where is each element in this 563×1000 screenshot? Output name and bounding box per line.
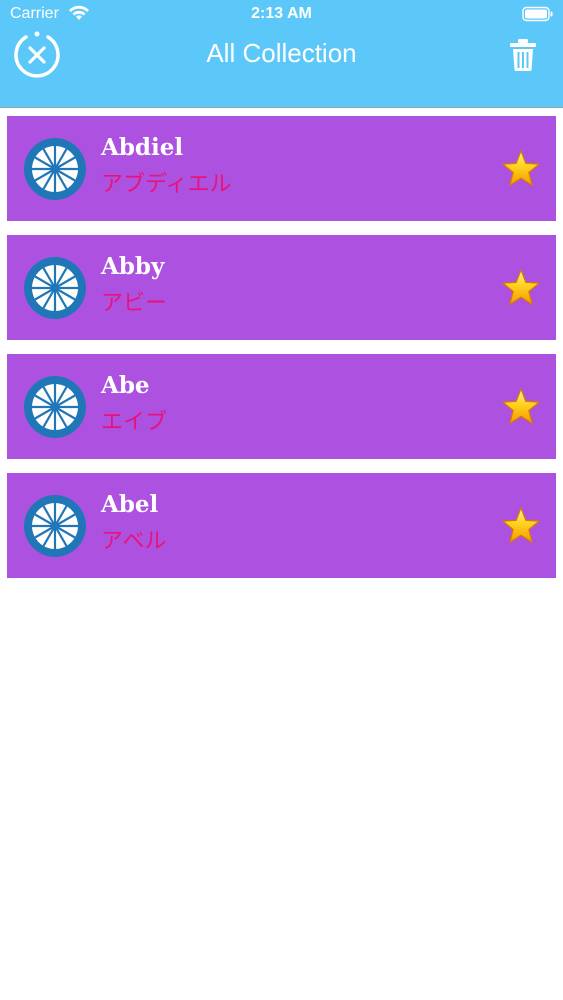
status-time: 2:13 AM xyxy=(251,5,312,22)
list-item[interactable]: Abel アベル xyxy=(7,473,556,578)
flower-avatar-icon xyxy=(24,495,86,557)
item-name: Abe xyxy=(101,372,150,399)
star-icon[interactable] xyxy=(501,507,541,545)
item-kana: アブディエル xyxy=(101,171,232,196)
item-name: Abby xyxy=(101,253,165,280)
star-icon[interactable] xyxy=(501,269,541,307)
item-kana: エイブ xyxy=(101,409,168,434)
flower-avatar-icon xyxy=(24,138,86,200)
item-name: Abdiel xyxy=(101,134,184,161)
collection-list: Abdiel アブディエル Abby アビー Abe エイブ Abel アベル xyxy=(7,116,556,592)
star-icon[interactable] xyxy=(501,388,541,426)
list-item[interactable]: Abby アビー xyxy=(7,235,556,340)
trash-icon[interactable] xyxy=(508,38,538,72)
page-title: All Collection xyxy=(206,38,357,68)
list-item[interactable]: Abe エイブ xyxy=(7,354,556,459)
item-kana: アビー xyxy=(101,290,168,315)
status-bar: Carrier 2:13 AM xyxy=(0,0,563,28)
flower-avatar-icon xyxy=(24,376,86,438)
star-icon[interactable] xyxy=(501,150,541,188)
item-name: Abel xyxy=(101,491,159,518)
header-bar: Carrier 2:13 AM All Collection xyxy=(0,0,563,108)
flower-avatar-icon xyxy=(24,257,86,319)
item-kana: アベル xyxy=(101,528,167,553)
list-item[interactable]: Abdiel アブディエル xyxy=(7,116,556,221)
battery-icon xyxy=(522,6,553,22)
